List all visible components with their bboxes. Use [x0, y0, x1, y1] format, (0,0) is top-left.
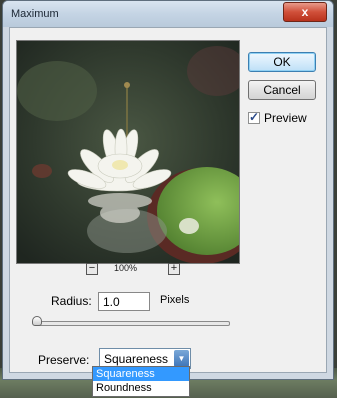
water-lily-image [17, 41, 239, 263]
zoom-level: 100% [114, 263, 138, 273]
preview-checkbox[interactable]: ✓ [248, 110, 260, 124]
preserve-dropdown-list: Squareness Roundness [92, 366, 190, 397]
check-icon: ✓ [249, 110, 260, 124]
option-squareness[interactable]: Squareness [93, 367, 189, 381]
zoom-out-button[interactable]: − [86, 263, 98, 275]
preview-checkbox-row[interactable]: ✓ Preview [248, 110, 307, 125]
option-roundness[interactable]: Roundness [93, 381, 189, 395]
radius-slider-thumb[interactable] [32, 316, 42, 326]
zoom-out-icon: − [88, 262, 96, 274]
maximum-dialog: Maximum x − 100% + OK Cancel ✓ Preview R… [2, 0, 334, 380]
dialog-body: − 100% + OK Cancel ✓ Preview Radius: Pix… [9, 27, 327, 373]
close-icon: x [301, 5, 309, 19]
zoom-in-button[interactable]: + [168, 263, 180, 275]
dialog-title: Maximum [11, 8, 59, 20]
cancel-button[interactable]: Cancel [248, 80, 316, 100]
ok-button[interactable]: OK [248, 52, 316, 72]
preserve-label: Preserve: [38, 353, 90, 367]
filter-preview-image[interactable] [16, 40, 240, 264]
preserve-selected-value: Squareness [104, 352, 169, 366]
close-button[interactable]: x [283, 2, 327, 22]
radius-units: Pixels [160, 294, 190, 306]
radius-label: Radius: [51, 294, 92, 308]
radius-input[interactable] [98, 292, 150, 311]
zoom-in-icon: + [170, 262, 178, 274]
radius-slider-track[interactable] [34, 321, 230, 326]
chevron-down-icon[interactable]: ▼ [174, 350, 189, 367]
preview-label: Preview [264, 111, 307, 125]
title-bar[interactable]: Maximum x [3, 1, 333, 27]
